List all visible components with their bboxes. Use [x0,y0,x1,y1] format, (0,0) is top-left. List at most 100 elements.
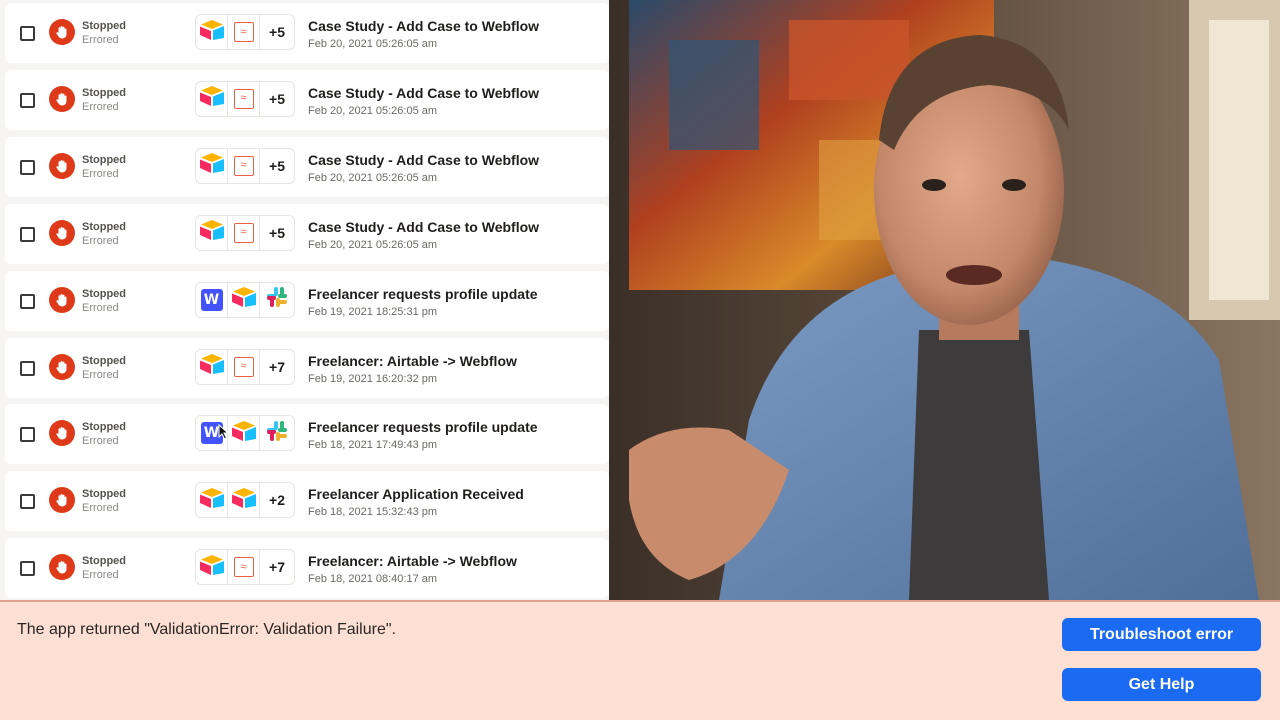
webflow-icon: W [200,288,223,311]
airtable-icon [231,420,257,447]
more-apps-cell: +2 [260,483,294,517]
stop-hand-icon [49,554,75,581]
app-icons-group[interactable]: +2 [195,482,295,519]
zap-title[interactable]: Case Study - Add Case to Webflow [308,85,539,101]
run-status: Stopped Errored [82,86,182,114]
row-checkbox[interactable] [20,26,35,41]
zap-run-row[interactable]: Stopped Errored ≈ +5 Case Study - Add Case t… [5,136,609,197]
more-apps-count: +7 [269,358,285,375]
presenter-video [609,0,1280,600]
formatter-icon: ≈ [233,557,254,578]
app-icons-group[interactable]: W [195,281,295,318]
app-icon-cell: W [196,282,228,317]
stop-hand-icon [49,420,75,447]
app-icons-group[interactable]: ≈ +5 [195,80,295,117]
slack-icon [266,420,288,447]
get-help-button[interactable]: Get Help [1062,668,1261,701]
status-label: Stopped [82,421,126,434]
app-icons-group[interactable]: ≈ +7 [195,549,295,586]
run-timestamp: Feb 20, 2021 05:26:05 am [308,238,438,251]
app-icon-cell [260,416,294,450]
zap-run-list: Stopped Errored ≈ +5 Case Study - Add Case t… [0,0,609,600]
zap-run-row[interactable]: Stopped Errored ≈ +5 Case Study - Add Case t… [5,69,609,130]
zap-run-row[interactable]: Stopped Errored W Freelancer requests profi… [5,404,609,465]
zap-title[interactable]: Freelancer Application Received [308,486,524,502]
app-icon-cell: ≈ [228,550,260,585]
app-icon-cell: ≈ [228,81,260,116]
airtable-icon [199,353,225,380]
run-status: Stopped Errored [82,554,182,582]
error-message: The app returned "ValidationError: Valid… [17,621,396,638]
run-status: Stopped Errored [82,19,182,47]
row-checkbox[interactable] [20,561,35,577]
substatus-label: Errored [82,234,119,247]
airtable-icon [199,219,225,246]
more-apps-cell: +7 [260,350,294,384]
zap-title[interactable]: Freelancer requests profile update [308,419,538,435]
run-timestamp: Feb 20, 2021 05:26:05 am [308,171,438,184]
status-label: Stopped [82,20,126,32]
zap-run-row[interactable]: Stopped Errored ≈ +5 Case Study - Add Case t… [5,3,609,63]
zap-title[interactable]: Freelancer: Airtable -> Webflow [308,553,517,569]
airtable-icon [231,487,257,514]
app-icon-cell: ≈ [228,349,260,384]
run-status: Stopped Errored [82,220,182,248]
app-icon-cell [228,282,260,317]
airtable-icon [231,286,257,313]
zap-run-row[interactable]: Stopped Errored ≈ +5 Case Study - Add Case t… [5,203,609,264]
row-checkbox[interactable] [20,159,35,175]
row-checkbox[interactable] [20,427,35,443]
app-icon-cell [228,416,260,451]
zap-title[interactable]: Case Study - Add Case to Webflow [308,152,539,168]
more-apps-cell: +5 [260,216,294,250]
substatus-label: Errored [82,569,119,582]
run-timestamp: Feb 18, 2021 17:49:43 pm [308,439,438,452]
formatter-icon: ≈ [233,88,254,109]
status-label: Stopped [82,86,126,99]
formatter-icon: ≈ [233,222,254,243]
app-icon-cell: ≈ [228,15,260,49]
zap-title[interactable]: Case Study - Add Case to Webflow [308,18,539,34]
airtable-icon [199,487,225,514]
substatus-label: Errored [82,435,119,448]
run-status: Stopped Errored [82,153,182,181]
app-icon-cell: ≈ [228,148,260,183]
more-apps-count: +5 [269,157,285,174]
status-label: Stopped [82,153,126,166]
zap-run-row[interactable]: Stopped Errored W Freelancer requests profi… [5,270,609,331]
app-icons-group[interactable]: ≈ +5 [195,214,295,251]
zap-run-row[interactable]: Stopped Errored ≈ +7 Freelancer: Airtable ->… [5,337,609,398]
more-apps-cell: +5 [260,149,294,183]
app-icon-cell [260,283,294,317]
zap-title[interactable]: Case Study - Add Case to Webflow [308,219,539,235]
stop-hand-icon [49,152,75,179]
app-icon-cell [196,550,228,585]
app-icons-group[interactable]: ≈ +5 [195,147,295,184]
zap-run-row[interactable]: Stopped Errored ≈ +7 Freelancer: Airtable ->… [5,538,609,599]
presenter-video-frame [609,0,1280,600]
app-icon-cell [196,15,228,49]
troubleshoot-error-button[interactable]: Troubleshoot error [1062,618,1261,651]
zap-title[interactable]: Freelancer: Airtable -> Webflow [308,353,517,369]
error-banner: The app returned "ValidationError: Valid… [0,600,1280,720]
more-apps-cell: +5 [260,15,294,49]
formatter-icon: ≈ [233,155,254,176]
zap-run-row[interactable]: Stopped Errored +2 Freelancer Application R… [5,471,609,532]
more-apps-count: +5 [269,90,285,107]
run-timestamp: Feb 19, 2021 16:20:32 pm [308,372,438,385]
row-checkbox[interactable] [20,494,35,510]
row-checkbox[interactable] [20,92,35,108]
row-checkbox[interactable] [20,360,35,376]
app-icons-group[interactable]: W [195,415,295,452]
more-apps-count: +5 [269,224,285,241]
row-checkbox[interactable] [20,293,35,309]
more-apps-cell: +7 [260,550,294,584]
more-apps-count: +7 [269,559,285,576]
status-label: Stopped [82,555,126,568]
zap-title[interactable]: Freelancer requests profile update [308,286,538,302]
row-checkbox[interactable] [20,226,35,242]
app-icons-group[interactable]: ≈ +5 [195,14,295,50]
run-timestamp: Feb 20, 2021 05:26:05 am [308,104,438,117]
app-icons-group[interactable]: ≈ +7 [195,348,295,385]
app-icon-cell [196,215,228,250]
